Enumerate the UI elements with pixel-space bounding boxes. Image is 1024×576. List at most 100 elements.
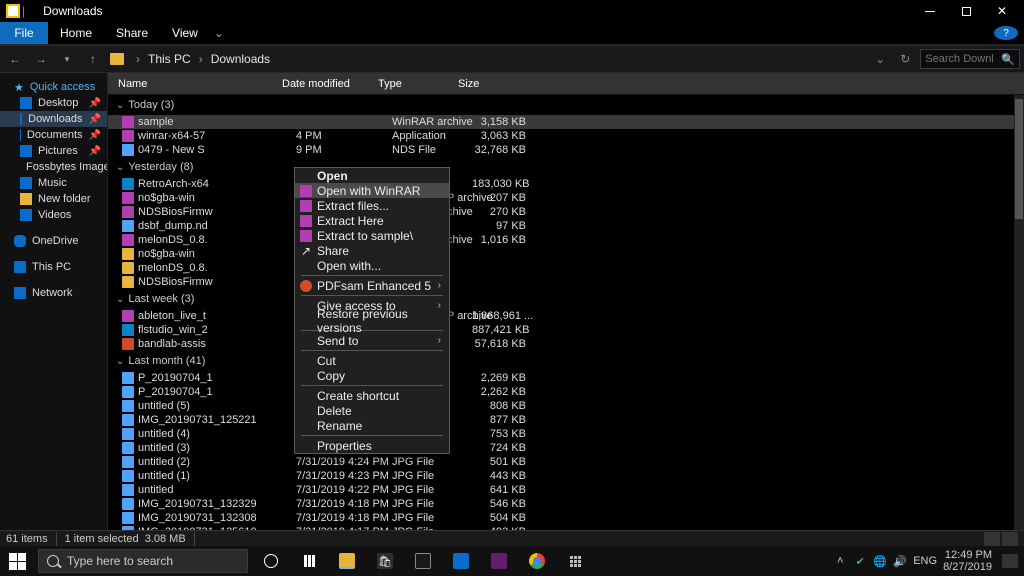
ctx-extract-here[interactable]: Extract Here xyxy=(295,213,449,228)
taskbar-edge[interactable] xyxy=(444,546,478,576)
file-row[interactable]: melonDS_0.8.PMWinRAR archive1,016 KB xyxy=(108,233,1014,247)
nav-recent-button[interactable]: ▾ xyxy=(56,48,78,70)
window-minimize-button[interactable] xyxy=(912,0,948,22)
ctx-delete[interactable]: Delete xyxy=(295,403,449,418)
search-input[interactable] xyxy=(921,53,997,65)
taskbar-ms-store[interactable]: 🛍 xyxy=(368,546,402,576)
taskbar-search[interactable]: Type here to search xyxy=(38,549,248,573)
window-close-button[interactable]: ✕ xyxy=(984,0,1020,22)
column-header-type[interactable]: Type xyxy=(378,78,458,90)
file-row[interactable]: NDSBiosFirmwPMFile folder xyxy=(108,275,1014,289)
address-refresh-button[interactable]: ↻ xyxy=(894,52,916,66)
sidebar-fossbytes[interactable]: Fossbytes Images xyxy=(0,159,107,175)
tray-security-icon[interactable]: ✔ xyxy=(853,554,867,568)
file-row[interactable]: no$gba-winPMWinRAR ZIP archive207 KB xyxy=(108,191,1014,205)
file-row[interactable]: ableton_live_tPMWinRAR ZIP archive1,868,… xyxy=(108,309,1014,323)
file-row[interactable]: bandlab-assisPMApplication57,618 KB xyxy=(108,337,1014,351)
ctx-open-with[interactable]: Open with... xyxy=(295,258,449,273)
ctx-restore[interactable]: Restore previous versions xyxy=(295,313,449,328)
sidebar-network[interactable]: Network xyxy=(0,285,107,301)
file-row[interactable]: dsbf_dump.ndPMNDS File97 KB xyxy=(108,219,1014,233)
sidebar-pictures[interactable]: Pictures📌 xyxy=(0,143,107,159)
ctx-extract-to[interactable]: Extract to sample\ xyxy=(295,228,449,243)
sidebar-this-pc[interactable]: This PC xyxy=(0,259,107,275)
ctx-rename[interactable]: Rename xyxy=(295,418,449,433)
taskbar-slack[interactable] xyxy=(482,546,516,576)
file-row[interactable]: IMG_20190731_1323297/31/2019 4:18 PMJPG … xyxy=(108,497,1014,511)
file-row[interactable]: melonDS_0.8.PMFile folder xyxy=(108,261,1014,275)
taskbar-mail[interactable] xyxy=(406,546,440,576)
file-row[interactable]: P_20190704_1PMJPG File2,262 KB xyxy=(108,385,1014,399)
sidebar-videos[interactable]: Videos xyxy=(0,207,107,223)
sidebar-desktop[interactable]: Desktop📌 xyxy=(0,95,107,111)
vertical-scrollbar[interactable] xyxy=(1014,95,1024,530)
ribbon-tab-share[interactable]: Share xyxy=(104,22,160,44)
sidebar-documents[interactable]: Documents📌 xyxy=(0,127,107,143)
file-row[interactable]: untitled7/31/2019 4:22 PMJPG File641 KB xyxy=(108,483,1014,497)
file-row[interactable]: winrar-x64-574 PMApplication3,063 KB xyxy=(108,129,1014,143)
column-header-size[interactable]: Size xyxy=(458,78,518,90)
column-header-name[interactable]: Name xyxy=(108,78,282,90)
ctx-open-winrar[interactable]: Open with WinRAR xyxy=(295,183,449,198)
tray-volume-icon[interactable]: 🔊 xyxy=(893,554,907,568)
nav-back-button[interactable]: ← xyxy=(4,48,26,70)
file-row[interactable]: IMG_20190731_1252217/31/2019 4:32 PMJPG … xyxy=(108,413,1014,427)
group-header[interactable]: Last month (41) xyxy=(108,351,1014,371)
sidebar-onedrive[interactable]: OneDrive xyxy=(0,233,107,249)
group-header[interactable]: Last week (3) xyxy=(108,289,1014,309)
file-row[interactable]: P_20190704_1PMJPG File2,269 KB xyxy=(108,371,1014,385)
ctx-cut[interactable]: Cut xyxy=(295,353,449,368)
file-row[interactable]: IMG_20190731_1323087/31/2019 4:18 PMJPG … xyxy=(108,511,1014,525)
file-row[interactable]: untitled (1)7/31/2019 4:23 PMJPG File443… xyxy=(108,469,1014,483)
file-row[interactable]: no$gba-winPMFile folder xyxy=(108,247,1014,261)
file-row[interactable]: flstudio_win_2PMApplication887,421 KB xyxy=(108,323,1014,337)
taskbar-unknown-app[interactable] xyxy=(558,546,592,576)
nav-forward-button[interactable]: → xyxy=(30,48,52,70)
breadcrumb-downloads[interactable]: Downloads xyxy=(211,52,270,66)
group-header[interactable]: Yesterday (8) xyxy=(108,157,1014,177)
file-row[interactable]: NDSBiosFirmwPMWinRAR archive270 KB xyxy=(108,205,1014,219)
task-view-button[interactable] xyxy=(292,546,326,576)
tray-clock[interactable]: 12:49 PM 8/27/2019 xyxy=(943,549,992,573)
ribbon-tab-home[interactable]: Home xyxy=(48,22,104,44)
ctx-copy[interactable]: Copy xyxy=(295,368,449,383)
view-mode-details-button[interactable] xyxy=(984,532,1000,546)
ctx-pdfsam[interactable]: PDFsam Enhanced 5› xyxy=(295,278,449,293)
file-row[interactable]: IMG_20190731_1256107/31/2019 4:17 PMJPG … xyxy=(108,525,1014,530)
ribbon-tab-view[interactable]: View xyxy=(160,22,210,44)
address-dropdown-button[interactable]: ⌄ xyxy=(870,52,890,66)
cortana-button[interactable] xyxy=(254,546,288,576)
tray-language[interactable]: ENG xyxy=(913,555,937,567)
sidebar-downloads[interactable]: Downloads📌 xyxy=(0,111,107,127)
column-header-date[interactable]: Date modified xyxy=(282,78,378,90)
file-row[interactable]: sampleWinRAR archive3,158 KB xyxy=(108,115,1014,129)
tray-overflow-button[interactable]: ˄ xyxy=(833,554,847,568)
view-mode-icons-button[interactable] xyxy=(1002,532,1018,546)
search-box[interactable]: 🔍 xyxy=(920,49,1020,69)
tray-action-center-button[interactable] xyxy=(1002,554,1018,568)
file-row[interactable]: untitled (2)7/31/2019 4:24 PMJPG File501… xyxy=(108,455,1014,469)
ribbon-help-button[interactable]: ? xyxy=(994,26,1018,40)
nav-up-button[interactable]: ↑ xyxy=(82,48,104,70)
ctx-open[interactable]: Open xyxy=(295,168,449,183)
file-row[interactable]: untitled (4)7/31/2019 4:25 PMJPG File753… xyxy=(108,427,1014,441)
group-header[interactable]: Today (3) xyxy=(108,95,1014,115)
taskbar-chrome[interactable] xyxy=(520,546,554,576)
file-row[interactable]: untitled (5)7/31/2019 4:35 PMJPG File808… xyxy=(108,399,1014,413)
window-maximize-button[interactable] xyxy=(948,0,984,22)
sidebar-quick-access[interactable]: ★Quick access xyxy=(0,79,107,95)
taskbar-file-explorer[interactable] xyxy=(330,546,364,576)
ctx-extract-files[interactable]: Extract files... xyxy=(295,198,449,213)
ctx-share[interactable]: ↗Share xyxy=(295,243,449,258)
sidebar-new-folder[interactable]: New folder xyxy=(0,191,107,207)
ribbon-tab-file[interactable]: File xyxy=(0,22,48,44)
ctx-properties[interactable]: Properties xyxy=(295,438,449,453)
breadcrumb[interactable]: This PC Downloads xyxy=(110,52,270,66)
scrollbar-thumb[interactable] xyxy=(1015,99,1023,219)
ribbon-expand-button[interactable]: ⌄ xyxy=(210,22,228,44)
start-button[interactable] xyxy=(0,546,34,576)
ctx-create-shortcut[interactable]: Create shortcut xyxy=(295,388,449,403)
file-row[interactable]: RetroArch-x64Application183,030 KB xyxy=(108,177,1014,191)
file-row[interactable]: 0479 - New S9 PMNDS File32,768 KB xyxy=(108,143,1014,157)
breadcrumb-this-pc[interactable]: This PC xyxy=(148,52,191,66)
